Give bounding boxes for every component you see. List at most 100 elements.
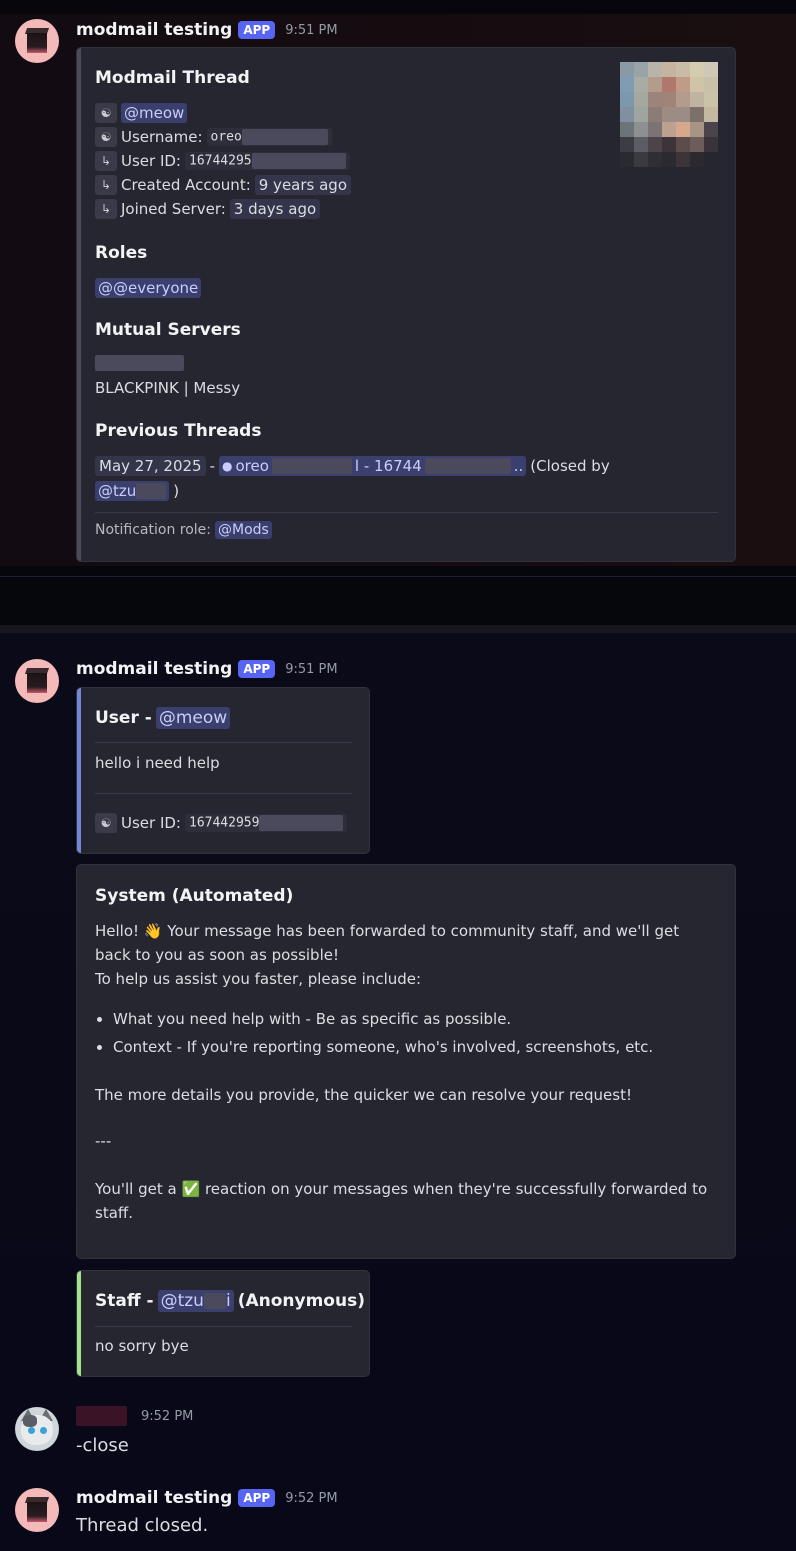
user-message-body: hello i need help: [95, 754, 220, 772]
bot-avatar[interactable]: [15, 659, 59, 703]
closed-by-row: @tzu ): [95, 481, 179, 501]
app-badge: APP: [238, 660, 276, 678]
userid-label: User ID:: [121, 152, 181, 170]
cat-patch: [23, 1415, 37, 1427]
userid-text: 16744295: [189, 153, 252, 169]
paragraph: Hello! 👋 Your message has been forwarded…: [95, 919, 715, 967]
bot-avatar[interactable]: [15, 1488, 59, 1532]
embed-accent-bar: [77, 48, 81, 561]
thread-link-text: oreo: [235, 457, 269, 475]
person-icon: ☯: [95, 127, 117, 147]
staff-message-embed: [76, 1270, 370, 1377]
author-name[interactable]: modmail testing: [76, 659, 232, 679]
embed-accent-bar: [77, 1271, 81, 1376]
userid-value: 167442959: [185, 814, 348, 832]
person-icon: ☯: [95, 813, 117, 833]
paragraph-text: Your message has been forwarded to commu…: [95, 922, 680, 964]
timestamp[interactable]: 9:52 PM: [141, 1409, 193, 1424]
userid-row: ☯ User ID: 167442959: [95, 813, 348, 833]
embed-title: Modmail Thread: [95, 68, 250, 88]
system-embed-title: System (Automated): [95, 886, 294, 906]
username-text: oreo: [210, 129, 242, 145]
thread-icon: ●: [222, 459, 233, 473]
previous-thread-row: May 27, 2025 - ● oreo l - 16744 .. (Clos…: [95, 456, 610, 476]
system-embed-body: Hello! 👋 Your message has been forwarded…: [95, 919, 715, 1225]
user-embed-title: User - @meow: [95, 707, 231, 729]
user-avatar-thumbnail[interactable]: [620, 62, 718, 167]
author-name-redacted[interactable]: [76, 1406, 127, 1426]
person-icon: ☯: [95, 103, 117, 123]
check-mark-icon: ✅: [181, 1180, 201, 1198]
closer-text: @tzu: [98, 482, 137, 500]
dash: -: [209, 457, 215, 475]
message-header: modmail testing APP 9:52 PM: [76, 1488, 338, 1508]
timestamp[interactable]: 9:51 PM: [285, 23, 337, 38]
redaction: [241, 129, 328, 145]
roles-row: @@everyone: [95, 278, 202, 298]
thread-link-text: ..: [513, 457, 524, 475]
list-item: Context - If you're reporting someone, w…: [113, 1035, 715, 1059]
cube-icon: [24, 1497, 50, 1523]
author-name[interactable]: modmail testing: [76, 1488, 232, 1508]
created-row: ↳ Created Account: 9 years ago: [95, 175, 351, 195]
staff-mention[interactable]: @tzu i: [157, 1290, 234, 1312]
closed-by-label: (Closed by: [530, 457, 610, 475]
user-mention[interactable]: @meow: [121, 103, 188, 123]
greeting-text: Hello!: [95, 922, 140, 940]
message-text: Thread closed.: [76, 1515, 209, 1536]
title-text: User -: [95, 708, 152, 728]
embed-divider: [95, 512, 718, 513]
userid-text: 167442959: [189, 815, 260, 831]
embed-divider: [95, 1326, 352, 1327]
userid-label: User ID:: [121, 814, 181, 832]
bot-avatar[interactable]: [15, 19, 59, 63]
redaction: [95, 355, 184, 371]
bullet-list: What you need help with - Be as specific…: [95, 1007, 715, 1059]
mods-role-mention[interactable]: @Mods: [215, 521, 272, 539]
joined-value: 3 days ago: [229, 199, 321, 219]
paragraph: You'll get a ✅ reaction on your messages…: [95, 1177, 715, 1225]
message-text: -close: [76, 1435, 129, 1456]
created-value: 9 years ago: [254, 175, 351, 195]
divider: [0, 625, 796, 633]
staff-embed-title: Staff - @tzu i (Anonymous): [95, 1290, 365, 1312]
separator-strip: [0, 566, 796, 626]
username-value: oreo: [206, 128, 332, 146]
timestamp[interactable]: 9:52 PM: [285, 1491, 337, 1506]
author-name[interactable]: modmail testing: [76, 20, 232, 40]
list-item: What you need help with - Be as specific…: [113, 1007, 715, 1031]
reply-arrow-icon: ↳: [95, 175, 117, 195]
notification-label: Notification role:: [95, 522, 212, 538]
anonymous-label: (Anonymous): [237, 1291, 365, 1311]
user-avatar[interactable]: [15, 1407, 59, 1451]
embed-divider: [95, 742, 352, 743]
reply-arrow-icon: ↳: [95, 151, 117, 171]
mention-text: i: [225, 1291, 231, 1311]
app-badge: APP: [238, 1489, 276, 1507]
notification-row: Notification role: @Mods: [95, 521, 272, 539]
thread-date: May 27, 2025: [95, 456, 206, 476]
redaction: [136, 483, 167, 499]
mutual-server-row: BLACKPINK | Messy: [95, 379, 240, 397]
username-label: Username:: [121, 128, 203, 146]
redaction: [271, 458, 352, 474]
previous-threads-heading: Previous Threads: [95, 421, 262, 441]
paragraph: The more details you provide, the quicke…: [95, 1086, 632, 1104]
user-mention[interactable]: @meow: [155, 707, 231, 729]
message-header: 9:52 PM: [76, 1406, 193, 1426]
embed-divider: [95, 793, 352, 794]
divider: [0, 576, 796, 577]
created-label: Created Account:: [121, 176, 251, 194]
timestamp[interactable]: 9:51 PM: [285, 662, 337, 677]
waving-hand-icon: 👋: [143, 922, 163, 940]
mutual-server-redacted: [95, 355, 184, 371]
user-mention-row: ☯ @meow: [95, 103, 188, 123]
role-mention[interactable]: @@everyone: [95, 278, 202, 298]
closer-mention[interactable]: @tzu: [95, 481, 170, 501]
redaction: [259, 815, 344, 831]
redaction: [424, 458, 511, 474]
message-header: modmail testing APP 9:51 PM: [76, 659, 338, 679]
cube-icon: [24, 668, 50, 694]
thread-link[interactable]: ● oreo l - 16744 ..: [219, 456, 527, 476]
app-badge: APP: [238, 21, 276, 39]
